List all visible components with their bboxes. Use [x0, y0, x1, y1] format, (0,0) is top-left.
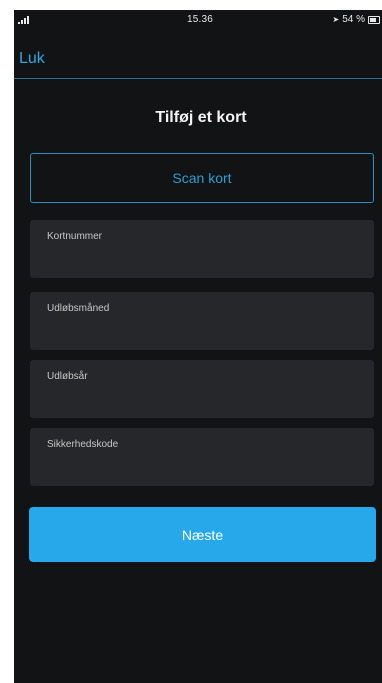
page: 15.36 ➤ 54 % Luk Tilføj et kort Scan kor… — [0, 0, 382, 683]
card-number-input[interactable] — [45, 247, 349, 269]
expiry-month-input[interactable] — [45, 319, 349, 341]
scan-card-button[interactable]: Scan kort — [30, 153, 374, 203]
status-time: 15.36 — [187, 14, 214, 25]
page-title: Tilføj et kort — [155, 109, 247, 126]
status-indicators: ➤ 54 % — [332, 14, 380, 25]
expiry-year-field[interactable]: Udløbsår — [30, 360, 374, 418]
battery-percentage: 54 % — [342, 14, 365, 25]
security-code-input[interactable] — [45, 455, 349, 477]
nav-bar: Luk — [14, 30, 382, 79]
security-code-label: Sikkerhedskode — [47, 439, 119, 450]
battery-icon — [368, 15, 380, 24]
expiry-month-field[interactable]: Udløbsmåned — [30, 292, 374, 350]
card-number-label: Kortnummer — [47, 231, 103, 242]
location-icon: ➤ — [332, 14, 340, 24]
expiry-year-label: Udløbsår — [47, 371, 88, 382]
status-bar: 15.36 ➤ 54 % — [14, 10, 382, 30]
close-button[interactable]: Luk — [19, 50, 45, 68]
next-button[interactable]: Næste — [29, 507, 376, 562]
security-code-field[interactable]: Sikkerhedskode — [30, 428, 374, 486]
card-number-field[interactable]: Kortnummer — [30, 220, 374, 278]
signal-icon — [18, 16, 30, 24]
phone-screen: 15.36 ➤ 54 % Luk Tilføj et kort Scan kor… — [14, 10, 382, 683]
expiry-year-input[interactable] — [45, 387, 349, 409]
expiry-month-label: Udløbsmåned — [47, 303, 110, 314]
